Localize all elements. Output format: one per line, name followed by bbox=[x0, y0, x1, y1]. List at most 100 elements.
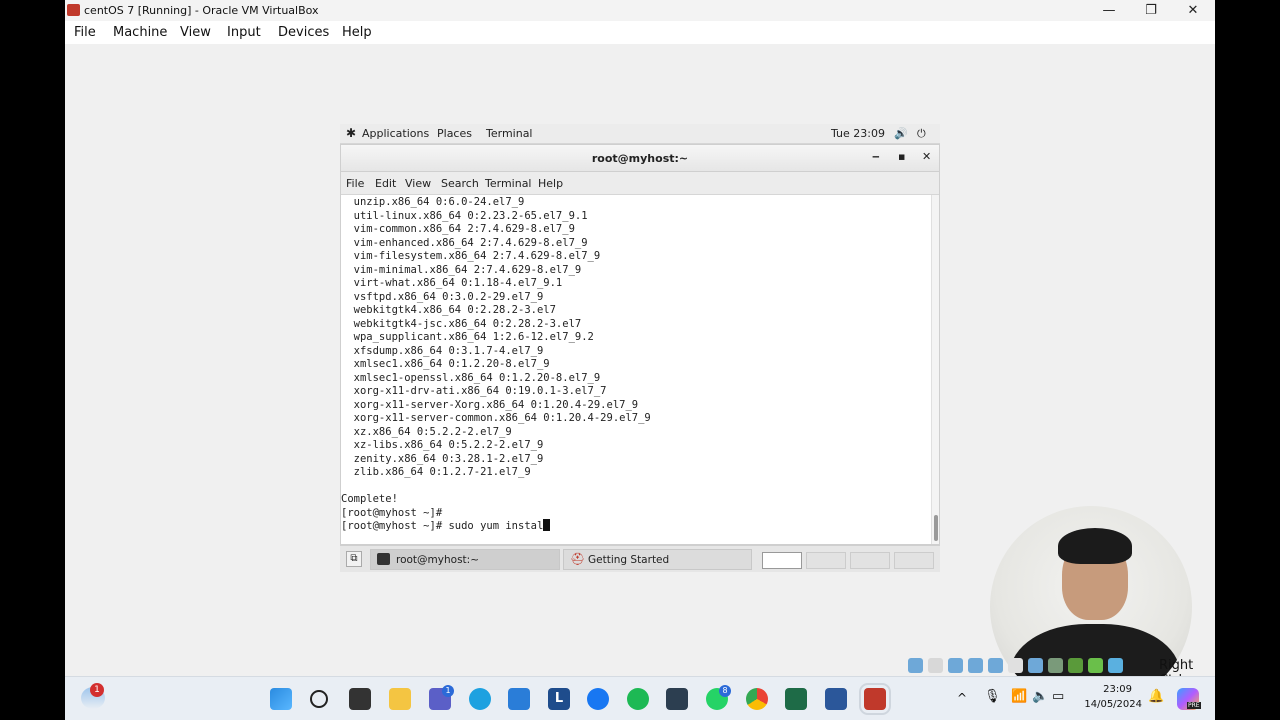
network-status-icon[interactable] bbox=[968, 658, 983, 673]
taskbar-date[interactable]: 14/05/2024 bbox=[1080, 699, 1142, 710]
terminal-line: util-linux.x86_64 0:2.23.2-65.el7_9.1 bbox=[341, 209, 588, 222]
applications-menu[interactable]: Applications bbox=[362, 127, 429, 140]
menu-file[interactable]: File bbox=[74, 25, 96, 40]
terminal-prompt-line[interactable]: [root@myhost ~]# sudo yum instal bbox=[341, 519, 551, 533]
tray-overflow-chevron-icon[interactable]: ^ bbox=[957, 691, 967, 705]
terminal-task-icon bbox=[377, 553, 390, 565]
vm-status-bar: Right Ctrl bbox=[906, 655, 1215, 688]
chrome-icon[interactable] bbox=[746, 688, 768, 710]
menu-help[interactable]: Help bbox=[342, 25, 372, 40]
menu-machine[interactable]: Machine bbox=[113, 25, 167, 40]
recording-icon[interactable] bbox=[1048, 658, 1063, 673]
speaker-icon[interactable]: 🔈 bbox=[1032, 689, 1048, 704]
terminal-line: xz-libs.x86_64 0:5.2.2-2.el7_9 bbox=[341, 439, 544, 451]
terminal-app-icon[interactable] bbox=[785, 688, 807, 710]
wifi-icon[interactable]: 📶 bbox=[1011, 689, 1027, 704]
hdd-status-icon[interactable] bbox=[908, 658, 923, 673]
menu-devices[interactable]: Devices bbox=[278, 25, 329, 40]
keyboard-icon[interactable] bbox=[1108, 658, 1123, 673]
terminal-close-button[interactable]: ✕ bbox=[922, 150, 931, 163]
teams-badge: 1 bbox=[442, 685, 454, 697]
minimize-button[interactable]: — bbox=[1087, 0, 1131, 21]
terminal-line: xmlsec1.x86_64 0:1.2.20-8.el7_9 bbox=[341, 358, 550, 370]
menu-view[interactable]: View bbox=[180, 25, 211, 40]
places-menu[interactable]: Places bbox=[437, 127, 472, 140]
audio-status-icon[interactable] bbox=[948, 658, 963, 673]
terminal-minimize-button[interactable]: ‒ bbox=[872, 150, 880, 163]
copilot-preview-badge: PRE bbox=[1187, 702, 1201, 709]
virtualbox-vm-icon[interactable] bbox=[859, 683, 891, 715]
gnome-foot-icon: ✱ bbox=[346, 126, 357, 140]
edge-icon[interactable] bbox=[469, 688, 491, 710]
workspace-4[interactable] bbox=[894, 552, 934, 569]
whatsapp-badge: 8 bbox=[719, 685, 731, 697]
shared-folders-icon[interactable] bbox=[1008, 658, 1023, 673]
battery-icon[interactable]: ▭ bbox=[1052, 689, 1064, 704]
gnome-bottom-panel: ⧉ root@myhost:~ ⛑ Getting Started bbox=[340, 545, 940, 572]
cpu-status-icon[interactable] bbox=[1068, 658, 1083, 673]
workspace-3[interactable] bbox=[850, 552, 890, 569]
task-view-icon[interactable] bbox=[349, 688, 371, 710]
task-getting-started-label: Getting Started bbox=[588, 554, 670, 566]
guest-clock[interactable]: Tue 23:09 bbox=[831, 127, 885, 140]
terminal-prompt: [root@myhost ~]# bbox=[341, 520, 449, 532]
host-menubar: File Machine View Input Devices Help bbox=[65, 21, 1215, 44]
terminal-menu-view[interactable]: View bbox=[405, 177, 431, 190]
person-hair bbox=[1058, 528, 1132, 564]
microphone-icon[interactable]: 🎙 bbox=[984, 689, 1001, 704]
terminal-line: zenity.x86_64 0:3.28.1-2.el7_9 bbox=[341, 452, 544, 465]
facebook-icon[interactable] bbox=[587, 688, 609, 710]
maximize-button[interactable]: ❐ bbox=[1129, 0, 1173, 21]
terminal-line: vim-common.x86_64 2:7.4.629-8.el7_9 bbox=[341, 223, 575, 235]
search-icon[interactable] bbox=[310, 690, 328, 708]
volume-icon[interactable]: 🔊 bbox=[894, 127, 908, 140]
usb-status-icon[interactable] bbox=[988, 658, 1003, 673]
terminal-line: xorg-x11-server-common.x86_64 0:1.20.4-2… bbox=[341, 412, 651, 424]
menu-input[interactable]: Input bbox=[227, 25, 261, 40]
terminal-output[interactable]: [root@myhost ~]# sudo yum instal unzip.x… bbox=[341, 195, 931, 544]
terminal-line: wpa_supplicant.x86_64 1:2.6-12.el7_9.2 bbox=[341, 331, 594, 343]
task-getting-started[interactable]: ⛑ Getting Started bbox=[563, 549, 752, 570]
terminal-input[interactable]: sudo yum instal bbox=[448, 520, 543, 532]
gnome-top-panel: ✱ Applications Places Terminal Tue 23:09… bbox=[340, 124, 940, 144]
store-icon[interactable] bbox=[508, 688, 530, 710]
workspace-1[interactable] bbox=[762, 552, 802, 569]
terminal-line: Complete! bbox=[341, 493, 398, 505]
workspace-2[interactable] bbox=[806, 552, 846, 569]
virtualbox-icon[interactable] bbox=[666, 688, 688, 710]
terminal-menu-search[interactable]: Search bbox=[441, 177, 479, 190]
terminal-line: vim-minimal.x86_64 2:7.4.629-8.el7_9 bbox=[341, 263, 582, 276]
l-app-icon[interactable]: L bbox=[548, 688, 570, 710]
file-explorer-icon[interactable] bbox=[389, 688, 411, 710]
optical-drive-icon[interactable] bbox=[928, 658, 943, 673]
terminal-menu-help[interactable]: Help bbox=[538, 177, 563, 190]
terminal-menu-edit[interactable]: Edit bbox=[375, 177, 396, 190]
task-root-label: root@myhost:~ bbox=[396, 554, 479, 566]
mouse-integration-icon[interactable] bbox=[1088, 658, 1103, 673]
spotify-icon[interactable] bbox=[627, 688, 649, 710]
terminal-menu[interactable]: Terminal bbox=[486, 127, 533, 140]
task-root-terminal[interactable]: root@myhost:~ bbox=[370, 549, 560, 570]
scrollbar-thumb[interactable] bbox=[934, 515, 938, 541]
notification-bell-icon[interactable]: 🔔 bbox=[1148, 689, 1164, 704]
virtualbox-window: centOS 7 [Running] - Oracle VM VirtualBo… bbox=[65, 0, 1215, 720]
terminal-menu-file[interactable]: File bbox=[346, 177, 364, 190]
terminal-maximize-button[interactable]: ▪ bbox=[898, 150, 905, 163]
terminal-menu-terminal[interactable]: Terminal bbox=[485, 177, 532, 190]
display-status-icon[interactable] bbox=[1028, 658, 1043, 673]
power-icon[interactable]: ⏻ bbox=[917, 127, 926, 141]
terminal-line: unzip.x86_64 0:6.0-24.el7_9 bbox=[341, 196, 525, 208]
taskbar-time[interactable]: 23:09 bbox=[1080, 684, 1132, 695]
close-button[interactable]: ✕ bbox=[1171, 0, 1215, 21]
terminal-line: webkitgtk4-jsc.x86_64 0:2.28.2-3.el7 bbox=[341, 317, 582, 330]
terminal-scrollbar[interactable] bbox=[931, 195, 939, 544]
show-desktop-icon[interactable]: ⧉ bbox=[346, 551, 362, 567]
help-lifebuoy-icon: ⛑ bbox=[570, 552, 586, 566]
word-icon[interactable] bbox=[825, 688, 847, 710]
terminal-line: webkitgtk4.x86_64 0:2.28.2-3.el7 bbox=[341, 304, 556, 316]
virtualbox-app-icon bbox=[67, 4, 80, 16]
window-titlebar: centOS 7 [Running] - Oracle VM VirtualBo… bbox=[65, 0, 1215, 21]
windows-start-icon[interactable] bbox=[270, 688, 292, 710]
terminal-line: vim-enhanced.x86_64 2:7.4.629-8.el7_9 bbox=[341, 236, 588, 249]
vm-display[interactable]: ✱ Applications Places Terminal Tue 23:09… bbox=[65, 44, 1215, 708]
